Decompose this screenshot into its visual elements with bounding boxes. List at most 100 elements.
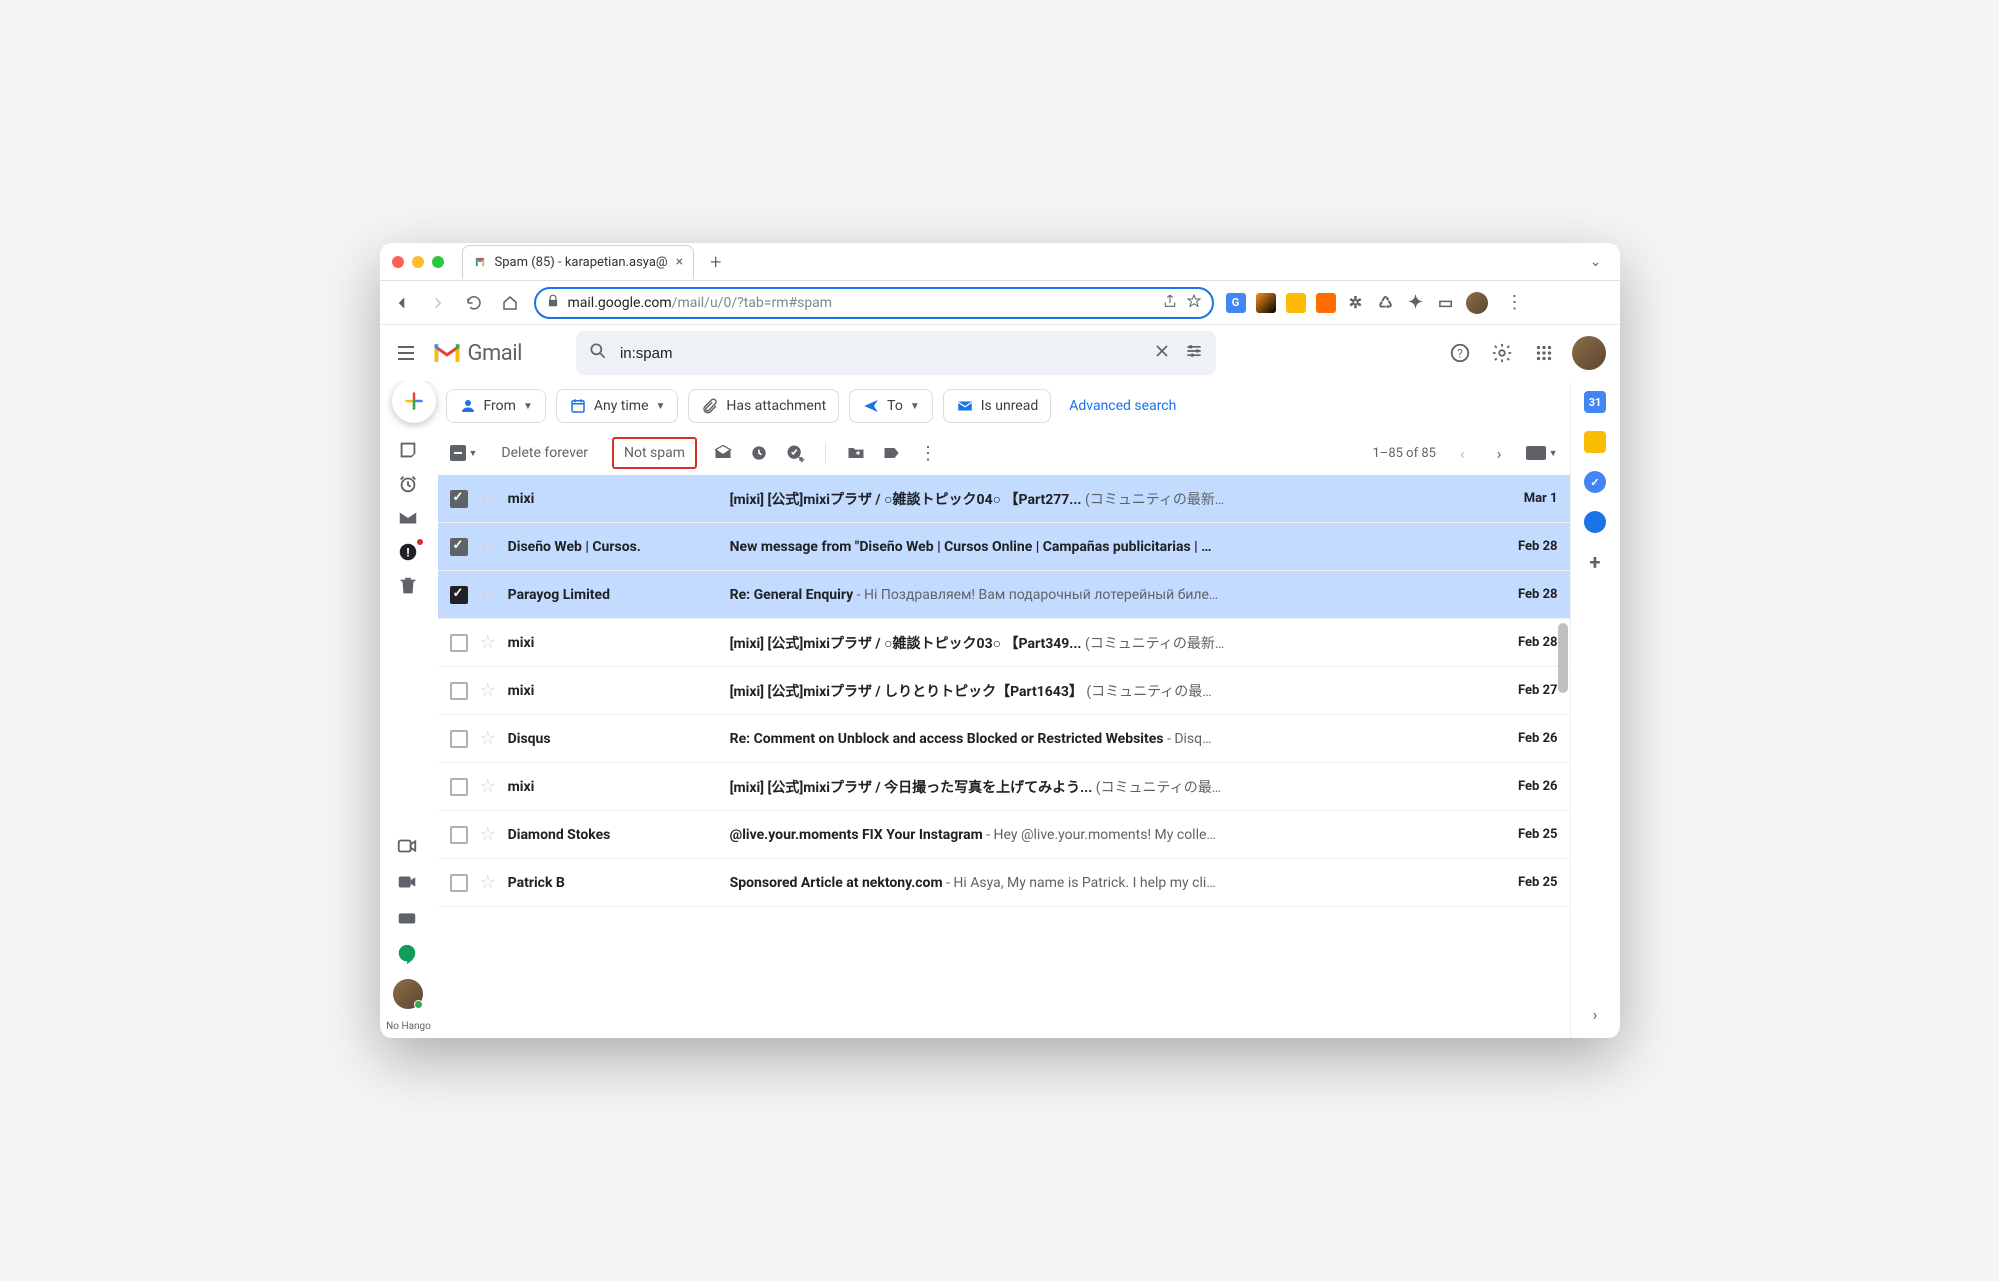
clear-search-icon[interactable] xyxy=(1152,341,1172,365)
mail-row[interactable]: ☆Diamond Stokes@live.your.moments FIX Yo… xyxy=(438,811,1570,859)
advanced-search-link[interactable]: Advanced search xyxy=(1069,398,1176,414)
star-icon[interactable]: ☆ xyxy=(480,536,496,557)
new-tab-button[interactable]: + xyxy=(704,250,727,274)
mail-checkbox[interactable] xyxy=(450,490,468,508)
nav-meet-icon[interactable] xyxy=(396,835,420,859)
account-avatar[interactable] xyxy=(1572,336,1606,370)
input-tools-button[interactable]: ▼ xyxy=(1526,446,1558,460)
star-icon[interactable]: ☆ xyxy=(480,632,496,653)
reload-button[interactable] xyxy=(462,291,486,315)
star-icon[interactable]: ☆ xyxy=(480,680,496,701)
delete-forever-button[interactable]: Delete forever xyxy=(493,441,596,465)
select-menu-arrow[interactable]: ▼ xyxy=(469,448,478,459)
collapse-panel-button[interactable]: › xyxy=(1579,991,1612,1038)
apps-button[interactable] xyxy=(1530,339,1558,367)
keep-addon-icon[interactable] xyxy=(1584,431,1606,453)
mail-row[interactable]: ☆DisqusRe: Comment on Unblock and access… xyxy=(438,715,1570,763)
nav-keyboard-icon[interactable] xyxy=(396,907,420,931)
browser-tab[interactable]: Spam (85) - karapetian.asya@ × xyxy=(462,245,695,279)
back-button[interactable] xyxy=(390,291,414,315)
star-icon[interactable]: ☆ xyxy=(480,584,496,605)
compose-button[interactable] xyxy=(392,381,436,423)
address-bar[interactable]: mail.google.com/mail/u/0/?tab=rm#spam xyxy=(534,287,1214,319)
mail-row[interactable]: ☆mixi[mixi] [公式]mixiプラザ / しりとりトピック【Part1… xyxy=(438,667,1570,715)
nav-inbox-icon[interactable] xyxy=(397,439,421,463)
bookmark-star-icon[interactable] xyxy=(1186,293,1202,313)
mail-row[interactable]: ☆mixi[mixi] [公式]mixiプラザ / ○雑談トピック03○ 【Pa… xyxy=(438,619,1570,667)
mail-row[interactable]: ☆mixi[mixi] [公式]mixiプラザ / 今日撮った写真を上げてみよう… xyxy=(438,763,1570,811)
search-box[interactable] xyxy=(576,331,1216,375)
share-icon[interactable] xyxy=(1162,293,1178,313)
select-all-checkbox[interactable] xyxy=(450,445,466,461)
get-addons-icon[interactable]: + xyxy=(1584,551,1606,573)
pager-prev-button[interactable]: ‹ xyxy=(1452,444,1473,463)
filter-attachment-chip[interactable]: Has attachment xyxy=(688,389,839,423)
gmail-logo[interactable]: Gmail xyxy=(432,341,522,366)
filter-time-chip[interactable]: Any time▼ xyxy=(556,389,679,423)
main-content: From▼ Any time▼ Has attachment To▼ Is un… xyxy=(438,381,1570,1038)
extension-analytics-icon[interactable] xyxy=(1316,293,1336,313)
tab-close-button[interactable]: × xyxy=(676,254,683,270)
mail-row[interactable]: ☆mixi[mixi] [公式]mixiプラザ / ○雑談トピック04○ 【Pa… xyxy=(438,475,1570,523)
filter-unread-chip[interactable]: Is unread xyxy=(943,389,1052,423)
extension-recycle-icon[interactable]: ♺ xyxy=(1376,293,1396,313)
help-button[interactable]: ? xyxy=(1446,339,1474,367)
nav-mail-icon[interactable] xyxy=(397,507,421,531)
window-minimize-button[interactable] xyxy=(412,256,424,268)
browser-menu-button[interactable]: ⋮ xyxy=(1498,292,1532,313)
star-icon[interactable]: ☆ xyxy=(480,488,496,509)
contacts-addon-icon[interactable] xyxy=(1584,511,1606,533)
mail-checkbox[interactable] xyxy=(450,682,468,700)
reading-list-icon[interactable]: ▭ xyxy=(1436,293,1456,313)
extension-translate-icon[interactable]: G xyxy=(1226,293,1246,313)
mail-checkbox[interactable] xyxy=(450,778,468,796)
scrollbar-thumb[interactable] xyxy=(1558,623,1568,693)
forward-button[interactable] xyxy=(426,291,450,315)
not-spam-button[interactable]: Not spam xyxy=(612,437,697,469)
home-button[interactable] xyxy=(498,291,522,315)
filter-from-chip[interactable]: From▼ xyxy=(446,389,546,423)
mail-row[interactable]: ☆Patrick BSponsored Article at nektony.c… xyxy=(438,859,1570,907)
nav-snoozed-icon[interactable] xyxy=(397,473,421,497)
mail-checkbox[interactable] xyxy=(450,874,468,892)
more-actions-icon[interactable]: ⋮ xyxy=(918,443,938,463)
hangouts-avatar[interactable] xyxy=(393,979,423,1009)
main-menu-button[interactable] xyxy=(394,341,418,365)
nav-hangouts-icon[interactable] xyxy=(396,943,420,967)
mail-checkbox[interactable] xyxy=(450,826,468,844)
window-maximize-button[interactable] xyxy=(432,256,444,268)
window-close-button[interactable] xyxy=(392,256,404,268)
mail-checkbox[interactable] xyxy=(450,730,468,748)
labels-icon[interactable] xyxy=(882,443,902,463)
star-icon[interactable]: ☆ xyxy=(480,872,496,893)
mail-row[interactable]: ☆Parayog LimitedRe: General Enquiry - Hi… xyxy=(438,571,1570,619)
extension-similarweb-icon[interactable] xyxy=(1256,293,1276,313)
star-icon[interactable]: ☆ xyxy=(480,728,496,749)
mail-row[interactable]: ☆Diseño Web | Cursos.New message from "D… xyxy=(438,523,1570,571)
star-icon[interactable]: ☆ xyxy=(480,824,496,845)
pager-next-button[interactable]: › xyxy=(1489,444,1510,463)
move-to-icon[interactable] xyxy=(846,443,866,463)
nav-video-icon[interactable] xyxy=(396,871,420,895)
profile-avatar-button[interactable] xyxy=(1466,292,1488,314)
mail-checkbox[interactable] xyxy=(450,586,468,604)
calendar-addon-icon[interactable]: 31 xyxy=(1584,391,1606,413)
extensions-puzzle-icon[interactable]: ✦ xyxy=(1406,293,1426,313)
settings-button[interactable] xyxy=(1488,339,1516,367)
filter-to-chip[interactable]: To▼ xyxy=(849,389,933,423)
mark-read-icon[interactable] xyxy=(713,443,733,463)
tasks-addon-icon[interactable]: ✓ xyxy=(1584,471,1606,493)
nav-trash-icon[interactable] xyxy=(397,575,421,599)
mail-checkbox[interactable] xyxy=(450,538,468,556)
tabs-menu-button[interactable]: ⌄ xyxy=(1584,254,1608,270)
nav-spam-icon[interactable]: ! xyxy=(397,541,421,565)
extension-bug-icon[interactable]: ✲ xyxy=(1346,293,1366,313)
search-input[interactable] xyxy=(620,345,1140,362)
extension-yellow-icon[interactable] xyxy=(1286,293,1306,313)
star-icon[interactable]: ☆ xyxy=(480,776,496,797)
search-options-icon[interactable] xyxy=(1184,341,1204,365)
search-icon[interactable] xyxy=(588,341,608,365)
mail-checkbox[interactable] xyxy=(450,634,468,652)
add-task-icon[interactable] xyxy=(785,443,805,463)
snooze-icon[interactable] xyxy=(749,443,769,463)
